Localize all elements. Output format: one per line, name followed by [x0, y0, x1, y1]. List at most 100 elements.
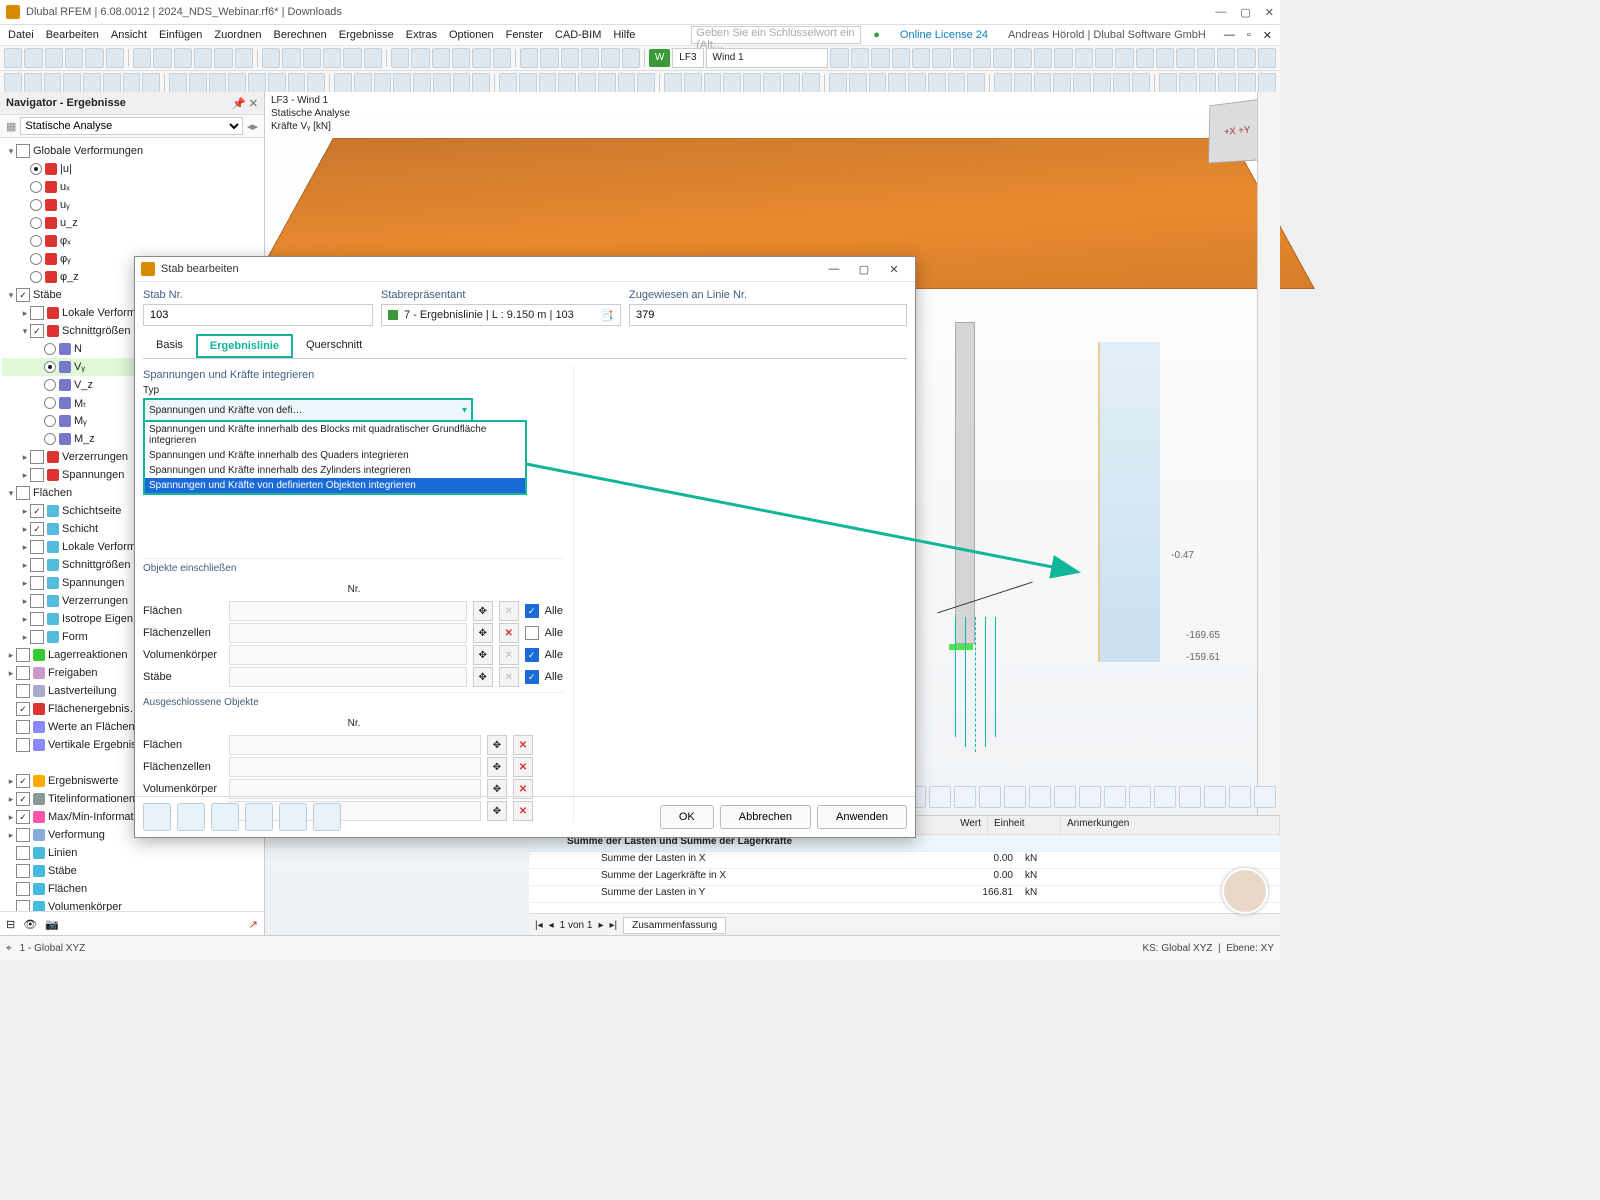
clear-icon[interactable]: ✕ [499, 623, 519, 643]
tab-querschnitt[interactable]: Querschnitt [293, 334, 375, 358]
toolbar-button[interactable] [453, 73, 471, 93]
status-tool-button[interactable] [909, 940, 925, 956]
toolbar-button[interactable] [1113, 73, 1131, 93]
library-icon[interactable]: 📑 [600, 309, 614, 322]
keyword-search[interactable]: Geben Sie ein Schlüsselwort ein (Alt… [691, 26, 861, 44]
status-tool-button[interactable] [573, 940, 589, 956]
table-row[interactable]: Summe der Lasten in Y166.81kN [529, 886, 1280, 903]
status-tool-button[interactable] [117, 940, 133, 956]
toolbar-button[interactable] [1258, 48, 1276, 68]
toolbar-button[interactable] [174, 48, 192, 68]
tree-item[interactable]: uₓ [2, 178, 262, 196]
toolbar-button[interactable] [209, 73, 227, 93]
nr-field[interactable] [229, 735, 481, 755]
track-icon[interactable]: ⌖ [6, 943, 12, 954]
status-tool-button[interactable] [645, 940, 661, 956]
tree-item[interactable]: Linien [2, 844, 262, 862]
view-tool-button[interactable] [1179, 786, 1201, 808]
toolbar-button[interactable] [1073, 73, 1091, 93]
all-checkbox[interactable]: ✓ [525, 648, 539, 662]
toolbar-button[interactable] [63, 73, 81, 93]
tree-collapse-icon[interactable]: ⊟ [6, 918, 15, 931]
toolbar-button[interactable] [994, 73, 1012, 93]
view-tool-button[interactable] [1054, 786, 1076, 808]
toolbar-button[interactable] [1218, 73, 1236, 93]
clear-icon[interactable]: ✕ [513, 735, 533, 755]
toolbar-button[interactable] [303, 48, 321, 68]
toolbar-button[interactable] [664, 73, 682, 93]
status-tool-button[interactable] [1005, 940, 1021, 956]
tree-item[interactable]: uᵧ [2, 196, 262, 214]
toolbar-button[interactable] [558, 73, 576, 93]
toolbar-button[interactable] [1095, 48, 1113, 68]
tree-item[interactable]: |u| [2, 160, 262, 178]
view-tool-button[interactable] [954, 786, 976, 808]
toolbar-button[interactable] [869, 73, 887, 93]
toolbar-button[interactable] [829, 73, 847, 93]
cs-combo[interactable]: 1 - Global XYZ [20, 943, 86, 954]
table-row[interactable]: Summe der Lasten in X0.00kN [529, 852, 1280, 869]
maximize-icon[interactable]: ▢ [1240, 6, 1250, 19]
mdi-close-icon[interactable]: ✕ [1263, 29, 1272, 42]
status-tool-button[interactable] [261, 940, 277, 956]
filter-icon[interactable]: ▦ [6, 120, 16, 133]
toolbar-button[interactable] [540, 48, 558, 68]
toolbar-button[interactable] [684, 73, 702, 93]
view-tool-button[interactable] [929, 786, 951, 808]
toolbar-button[interactable] [1156, 48, 1174, 68]
toolbar-button[interactable] [783, 73, 801, 93]
pick-icon[interactable]: ✥ [473, 645, 493, 665]
status-tool-button[interactable] [693, 940, 709, 956]
eye-icon[interactable]: 👁 [23, 918, 37, 931]
status-tool-button[interactable] [333, 940, 349, 956]
pager-next-icon[interactable]: ▸ [598, 920, 603, 931]
dialog-close-icon[interactable]: ✕ [879, 263, 909, 276]
status-tool-button[interactable] [405, 940, 421, 956]
mdi-restore-icon[interactable]: ▫ [1247, 29, 1251, 41]
toolbar-button[interactable] [1238, 73, 1256, 93]
status-tool-button[interactable] [885, 940, 901, 956]
toolbar-button[interactable] [948, 73, 966, 93]
toolbar-button[interactable] [849, 73, 867, 93]
menu-berechnen[interactable]: Berechnen [274, 29, 327, 41]
toolbar-button[interactable] [391, 48, 409, 68]
status-tool-button[interactable] [501, 940, 517, 956]
view-tool-button[interactable] [1254, 786, 1276, 808]
toolbar-button[interactable] [520, 48, 538, 68]
ok-button[interactable]: OK [660, 805, 714, 829]
toolbar-button[interactable] [1053, 73, 1071, 93]
status-tool-button[interactable] [765, 940, 781, 956]
menu-optionen[interactable]: Optionen [449, 29, 494, 41]
status-tool-button[interactable] [981, 940, 997, 956]
toolbar-button[interactable] [830, 48, 848, 68]
tab-ergebnislinie[interactable]: Ergebnislinie [196, 334, 293, 358]
tool-icon[interactable] [245, 803, 273, 831]
toolbar-button[interactable] [123, 73, 141, 93]
toolbar-button[interactable] [1179, 73, 1197, 93]
toolbar-button[interactable] [1034, 48, 1052, 68]
toolbar-button[interactable] [374, 73, 392, 93]
status-tool-button[interactable] [597, 940, 613, 956]
toolbar-button[interactable] [307, 73, 325, 93]
status-tool-button[interactable] [717, 940, 733, 956]
view-tool-button[interactable] [1079, 786, 1101, 808]
toolbar-button[interactable] [1217, 48, 1235, 68]
toolbar-button[interactable] [103, 73, 121, 93]
toolbar-button[interactable] [228, 73, 246, 93]
all-checkbox[interactable] [525, 626, 539, 640]
loadcase-num[interactable]: LF3 [672, 48, 703, 68]
toolbar-button[interactable] [1197, 48, 1215, 68]
toolbar-button[interactable] [1136, 48, 1154, 68]
tree-item[interactable]: φₓ [2, 232, 262, 250]
close-icon[interactable]: ✕ [1265, 6, 1274, 19]
status-tool-button[interactable] [933, 940, 949, 956]
toolbar-button[interactable] [323, 48, 341, 68]
type-option[interactable]: Spannungen und Kräfte innerhalb des Bloc… [145, 422, 525, 448]
loadcase-name[interactable]: Wind 1 [706, 48, 829, 68]
view-tool-button[interactable] [1129, 786, 1151, 808]
tree-item[interactable]: Flächen [2, 880, 262, 898]
camera-icon[interactable]: 📷 [45, 918, 59, 931]
nav-next-icon[interactable]: ▸ [252, 120, 258, 133]
status-tool-button[interactable] [477, 940, 493, 956]
type-option[interactable]: Spannungen und Kräfte innerhalb des Quad… [145, 448, 525, 463]
